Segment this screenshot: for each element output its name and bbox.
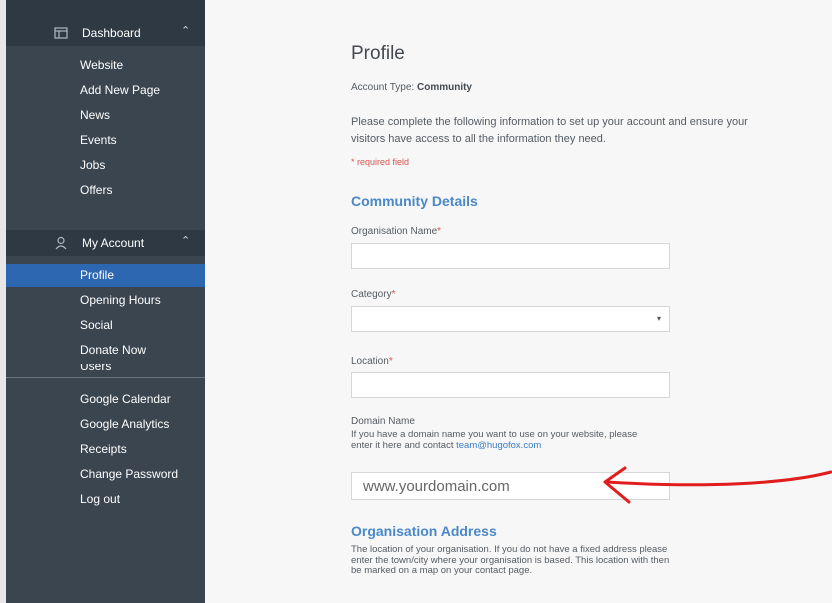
sidebar-item-donate-now[interactable]: Donate Now	[6, 339, 205, 362]
sidebar-section-title: Dashboard	[82, 26, 141, 40]
user-icon	[54, 236, 68, 250]
category-select[interactable]: ▾	[351, 306, 670, 332]
chevron-up-icon[interactable]: ⌃	[181, 234, 190, 247]
required-star: *	[388, 356, 393, 367]
account-type-value: Community	[416, 82, 472, 93]
sidebar-item-google-analytics[interactable]: Google Analytics	[6, 413, 205, 436]
chevron-up-icon[interactable]: ⌃	[181, 24, 190, 37]
sidebar: Dashboard ⌃ Website Add New Page News Ev…	[6, 0, 205, 603]
category-label: Category*	[351, 289, 396, 300]
sidebar-item-events[interactable]: Events	[6, 129, 205, 152]
domain-name-placeholder: www.yourdomain.com	[363, 478, 510, 495]
sidebar-section-dashboard[interactable]: Dashboard ⌃	[6, 20, 205, 46]
location-label: Location*	[351, 356, 393, 367]
dashboard-icon	[54, 26, 68, 40]
sidebar-section-title: My Account	[82, 236, 145, 250]
location-input[interactable]	[351, 372, 670, 398]
sidebar-item-change-password[interactable]: Change Password	[6, 463, 205, 486]
required-field-note: * required field	[351, 157, 410, 167]
sidebar-item-receipts[interactable]: Receipts	[6, 438, 205, 461]
intro-text: Please complete the following informatio…	[351, 116, 748, 145]
sidebar-item-social[interactable]: Social	[6, 314, 205, 337]
organisation-name-input[interactable]	[351, 243, 670, 269]
sidebar-section-my-account[interactable]: My Account ⌃	[6, 230, 205, 256]
account-type-label: Account Type:	[351, 82, 415, 93]
sidebar-item-add-new-page[interactable]: Add New Page	[6, 79, 205, 102]
sidebar-item-log-out[interactable]: Log out	[6, 488, 205, 511]
required-star: *	[391, 289, 396, 300]
dropdown-caret-icon: ▾	[656, 314, 661, 323]
organisation-name-label: Organisation Name*	[351, 226, 442, 237]
organisation-address-help: The location of your organisation. If yo…	[351, 544, 670, 576]
sidebar-item-offers[interactable]: Offers	[6, 179, 205, 202]
domain-name-label: Domain Name	[351, 416, 415, 427]
community-details-heading: Community Details	[351, 193, 478, 209]
sidebar-item-news[interactable]: News	[6, 104, 205, 127]
red-annotation-arrow-icon	[603, 466, 832, 504]
page-title: Profile	[351, 43, 405, 64]
organisation-address-heading: Organisation Address	[351, 523, 497, 539]
required-star: *	[437, 226, 442, 237]
sidebar-divider	[6, 377, 205, 378]
sidebar-item-google-calendar[interactable]: Google Calendar	[6, 388, 205, 411]
sidebar-item-website[interactable]: Website	[6, 54, 205, 77]
sidebar-item-jobs[interactable]: Jobs	[6, 154, 205, 177]
account-type: Account Type: Community	[351, 82, 472, 93]
contact-email-link[interactable]: team@hugofox.com	[456, 440, 541, 451]
sidebar-item-opening-hours[interactable]: Opening Hours	[6, 289, 205, 312]
domain-name-help: If you have a domain name you want to us…	[351, 429, 638, 451]
sidebar-item-users[interactable]: Users	[6, 364, 205, 376]
sidebar-item-profile[interactable]: Profile	[6, 264, 205, 287]
